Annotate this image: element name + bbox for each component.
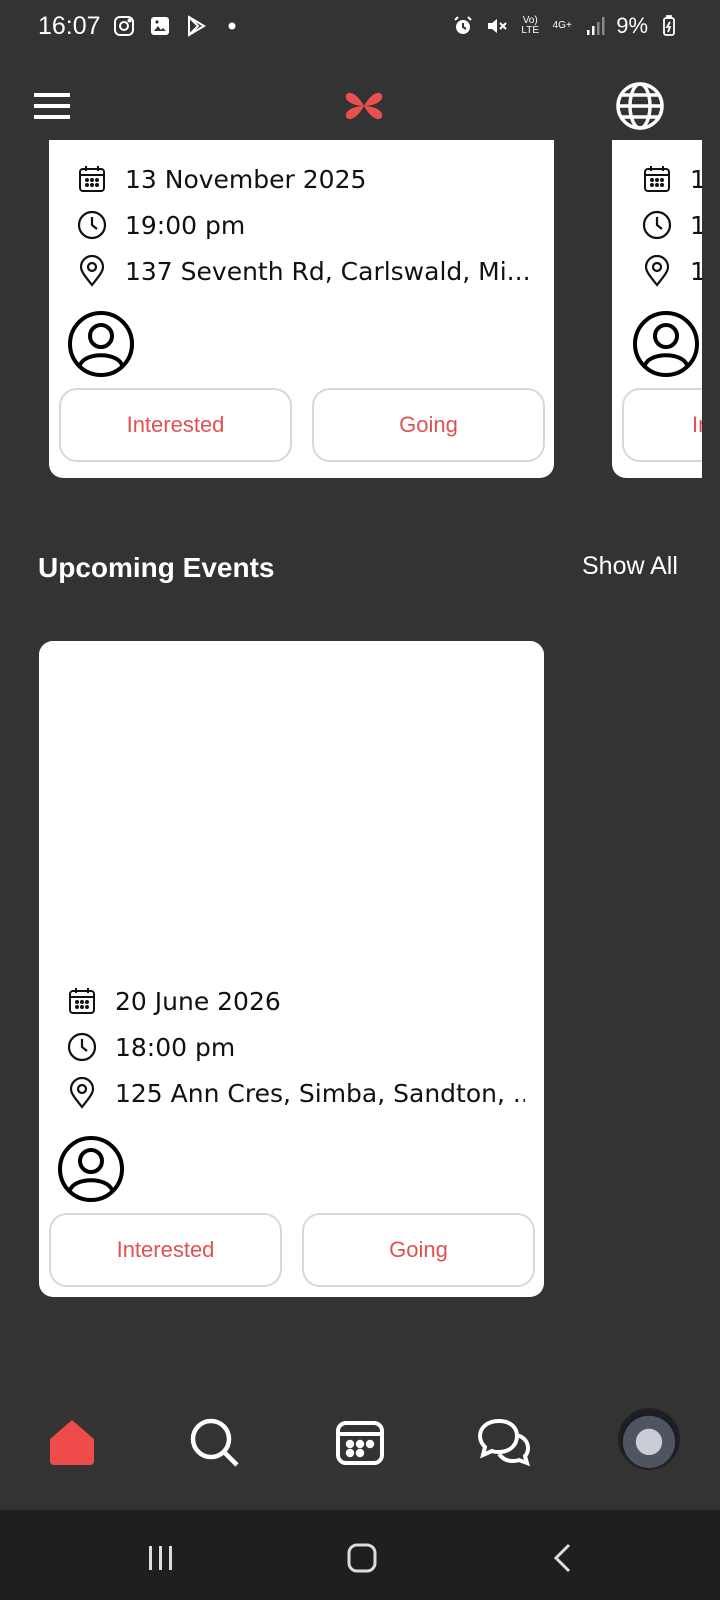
calendar-icon[interactable] — [330, 1412, 390, 1472]
event-date: 18 — [690, 164, 702, 194]
system-navigation-bar — [0, 1510, 720, 1600]
bottom-navigation — [0, 1400, 720, 1510]
calendar-icon — [640, 162, 674, 196]
interested-button[interactable]: Interested — [59, 388, 292, 462]
status-time: 16:07 — [38, 11, 101, 40]
event-time: 19 — [690, 210, 702, 240]
home-button-icon[interactable] — [342, 1538, 382, 1578]
user-avatar-icon[interactable] — [632, 310, 700, 378]
section-title: Upcoming Events — [38, 552, 275, 583]
event-card-peek-clip: 18 19 13 In — [612, 140, 702, 480]
signal-icon — [582, 13, 608, 39]
globe-icon[interactable] — [614, 80, 666, 132]
calendar-icon — [75, 162, 109, 196]
interested-button[interactable]: Interested — [49, 1213, 282, 1287]
calendar-icon — [65, 984, 99, 1018]
event-date: 20 June 2026 — [115, 986, 281, 1016]
location-pin-icon — [65, 1076, 99, 1110]
chat-icon[interactable] — [474, 1412, 534, 1472]
going-button[interactable]: Going — [302, 1213, 535, 1287]
event-address-row: 125 Ann Cres, Simba, Sandton, ... — [65, 1076, 525, 1110]
network-label: 4G+ — [552, 20, 572, 31]
hamburger-menu-icon[interactable] — [30, 84, 74, 128]
user-avatar-icon[interactable] — [57, 1135, 125, 1203]
event-address-row: 13 — [640, 254, 702, 288]
event-date: 13 November 2025 — [125, 164, 367, 194]
profile-avatar[interactable] — [618, 1408, 680, 1470]
clock-icon — [640, 208, 674, 242]
event-address: 137 Seventh Rd, Carlswald, Mi... — [125, 256, 531, 286]
app-header — [0, 60, 720, 152]
play-store-icon — [183, 13, 209, 39]
show-all-link[interactable]: Show All — [582, 552, 678, 581]
event-date-row: 18 — [640, 162, 702, 196]
app-logo[interactable] — [340, 82, 388, 130]
recent-apps-icon[interactable] — [140, 1538, 180, 1578]
volte-label: Vo) LTE — [521, 15, 539, 36]
event-time: 18:00 pm — [115, 1032, 236, 1062]
battery-percent: 9% — [616, 13, 648, 38]
status-bar: 16:07 Vo) LTE 4G+ 9% — [0, 0, 720, 52]
mute-icon — [484, 13, 510, 39]
battery-icon — [656, 13, 682, 39]
home-icon[interactable] — [42, 1412, 102, 1472]
event-card[interactable]: 18 19 13 In — [612, 140, 702, 478]
event-date-row: 20 June 2026 — [65, 984, 525, 1018]
search-icon[interactable] — [184, 1412, 244, 1472]
instagram-icon — [111, 13, 137, 39]
event-address-row: 137 Seventh Rd, Carlswald, Mi... — [75, 254, 535, 288]
event-card[interactable]: 13 November 2025 19:00 pm 137 Seventh Rd… — [49, 140, 554, 478]
location-pin-icon — [640, 254, 674, 288]
event-address: 13 — [690, 256, 702, 286]
upcoming-event-card[interactable]: 20 June 2026 18:00 pm 125 Ann Cres, Simb… — [39, 641, 544, 1297]
event-time: 19:00 pm — [125, 210, 246, 240]
going-button[interactable]: Going — [312, 388, 545, 462]
event-time-row: 18:00 pm — [65, 1030, 525, 1064]
notification-dot-icon — [219, 13, 245, 39]
clock-icon — [65, 1030, 99, 1064]
event-image-area[interactable] — [39, 641, 544, 961]
user-avatar-icon[interactable] — [67, 310, 135, 378]
gallery-icon — [147, 13, 173, 39]
event-time-row: 19 — [640, 208, 702, 242]
clock-icon — [75, 208, 109, 242]
event-address: 125 Ann Cres, Simba, Sandton, ... — [115, 1078, 525, 1108]
event-date-row: 13 November 2025 — [75, 162, 535, 196]
back-icon[interactable] — [544, 1538, 584, 1578]
event-time-row: 19:00 pm — [75, 208, 535, 242]
interested-button[interactable]: In — [622, 388, 702, 462]
location-pin-icon — [75, 254, 109, 288]
alarm-icon — [450, 13, 476, 39]
